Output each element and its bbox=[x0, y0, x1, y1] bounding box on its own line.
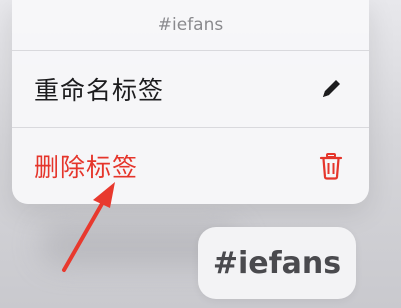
tag-chip-label: #iefans bbox=[212, 245, 342, 281]
context-menu: #iefans 重命名标签 删除标签 bbox=[12, 0, 369, 204]
pencil-icon bbox=[317, 75, 345, 103]
delete-tag-menu-item[interactable]: 删除标签 bbox=[12, 128, 369, 204]
rename-tag-label: 重命名标签 bbox=[34, 76, 165, 105]
tag-chip[interactable]: #iefans bbox=[198, 227, 356, 299]
delete-tag-label: 删除标签 bbox=[34, 153, 139, 182]
rename-tag-menu-item[interactable]: 重命名标签 bbox=[12, 51, 369, 127]
menu-title: #iefans bbox=[157, 15, 224, 35]
trash-icon bbox=[317, 152, 345, 180]
